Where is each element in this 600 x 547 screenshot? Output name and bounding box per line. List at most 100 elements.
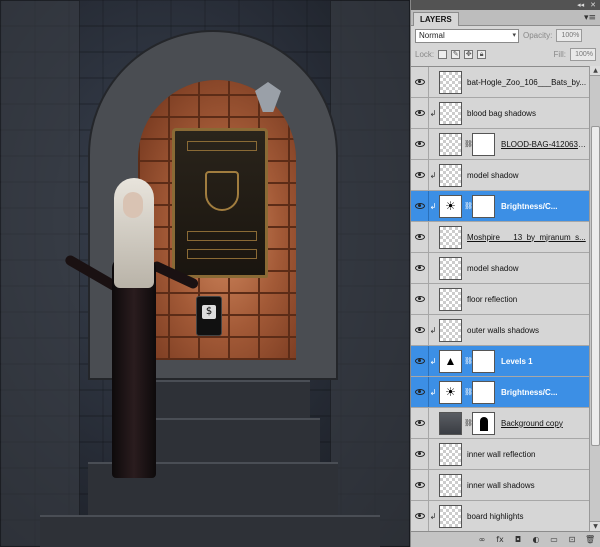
- lock-row: Lock: ✎ ✥ 🔒︎ Fill: 100%: [411, 45, 600, 64]
- link-layers-icon[interactable]: ∞: [477, 534, 487, 546]
- layer-thumbnail[interactable]: [439, 225, 462, 249]
- link-chain-icon[interactable]: ⛓: [464, 388, 473, 396]
- visibility-eye-icon[interactable]: [411, 222, 429, 252]
- trash-icon[interactable]: 🗑: [585, 534, 595, 546]
- tab-layers[interactable]: LAYERS: [413, 12, 459, 26]
- fx-icon[interactable]: fx: [495, 534, 505, 546]
- layer-row[interactable]: ⛓ Background copy: [411, 408, 589, 439]
- layer-row[interactable]: ↲ outer walls shadows: [411, 315, 589, 346]
- layer-name[interactable]: Background copy: [498, 419, 589, 428]
- layer-row[interactable]: inner wall shadows: [411, 470, 589, 501]
- collapse-icon[interactable]: ◂◂: [577, 0, 584, 10]
- layer-name[interactable]: outer walls shadows: [464, 326, 589, 335]
- visibility-eye-icon[interactable]: [411, 129, 429, 159]
- visibility-eye-icon[interactable]: [411, 315, 429, 345]
- layer-row[interactable]: Moshpire___13_by_mjranum_s...: [411, 222, 589, 253]
- layer-thumbnail[interactable]: [439, 70, 462, 94]
- bag-label: $: [202, 305, 216, 319]
- layer-thumbnail[interactable]: [439, 411, 462, 435]
- layer-name[interactable]: Brightness/C...: [498, 202, 589, 211]
- layer-name[interactable]: board highlights: [464, 512, 589, 521]
- layer-name[interactable]: blood bag shadows: [464, 109, 589, 118]
- lock-transparent-icon[interactable]: [438, 50, 448, 59]
- lock-position-icon[interactable]: ✥: [464, 50, 474, 59]
- layer-thumbnail[interactable]: [439, 504, 462, 528]
- link-chain-icon[interactable]: ⛓: [464, 419, 473, 427]
- layer-row[interactable]: ⛓ BLOOD-BAG-4120638....: [411, 129, 589, 160]
- layer-name[interactable]: BLOOD-BAG-4120638....: [498, 140, 589, 149]
- blend-mode-select[interactable]: Normal ▾: [415, 28, 519, 43]
- layer-row[interactable]: ↲ board highlights: [411, 501, 589, 531]
- left-wall: [0, 0, 80, 547]
- layer-name[interactable]: inner wall shadows: [464, 481, 589, 490]
- scroll-down-icon[interactable]: ▼: [590, 521, 600, 531]
- link-chain-icon[interactable]: ⛓: [464, 357, 473, 365]
- layer-thumbnail[interactable]: [439, 473, 462, 497]
- layer-row[interactable]: ↲ model shadow: [411, 160, 589, 191]
- layer-thumbnail[interactable]: [439, 442, 462, 466]
- fill-input[interactable]: 100%: [570, 48, 596, 61]
- layer-mask-thumbnail[interactable]: [472, 349, 495, 373]
- layer-row[interactable]: inner wall reflection: [411, 439, 589, 470]
- new-layer-icon[interactable]: ⊡: [567, 534, 577, 546]
- model-figure: [63, 178, 200, 488]
- layer-mask-thumbnail[interactable]: [472, 132, 495, 156]
- close-icon[interactable]: ✕: [590, 0, 596, 10]
- layer-name[interactable]: model shadow: [464, 171, 589, 180]
- scrollbar-thumb[interactable]: [591, 126, 600, 446]
- visibility-eye-icon[interactable]: [411, 470, 429, 500]
- levels-icon[interactable]: ▲: [439, 349, 462, 373]
- layer-thumbnail[interactable]: [439, 318, 462, 342]
- layer-thumbnail[interactable]: [439, 101, 462, 125]
- layer-mask-thumbnail[interactable]: [472, 194, 495, 218]
- layer-thumbnail[interactable]: [439, 287, 462, 311]
- lock-all-icon[interactable]: 🔒︎: [477, 50, 487, 59]
- visibility-eye-icon[interactable]: [411, 501, 429, 531]
- layer-name[interactable]: inner wall reflection: [464, 450, 589, 459]
- panel-menu-icon[interactable]: ▾≡: [584, 13, 596, 23]
- clipping-mask-icon: ↲: [429, 511, 437, 521]
- visibility-eye-icon[interactable]: [411, 377, 429, 407]
- adjustment-layer-icon[interactable]: ◐: [531, 534, 541, 546]
- brightness-contrast-icon[interactable]: ☀: [439, 194, 462, 218]
- visibility-eye-icon[interactable]: [411, 439, 429, 469]
- layer-thumbnail[interactable]: [439, 256, 462, 280]
- visibility-eye-icon[interactable]: [411, 408, 429, 438]
- visibility-eye-icon[interactable]: [411, 191, 429, 221]
- layer-row[interactable]: model shadow: [411, 253, 589, 284]
- layer-mask-thumbnail[interactable]: [472, 380, 495, 404]
- layer-row[interactable]: ↲ ▲ ⛓ Levels 1: [411, 346, 589, 377]
- brightness-contrast-icon[interactable]: ☀: [439, 380, 462, 404]
- layer-thumbnail[interactable]: [439, 163, 462, 187]
- layer-row[interactable]: ↲ ☀ ⛓ Brightness/C...: [411, 191, 589, 222]
- group-folder-icon[interactable]: ▭: [549, 534, 559, 546]
- link-chain-icon[interactable]: ⛓: [464, 140, 473, 148]
- visibility-eye-icon[interactable]: [411, 253, 429, 283]
- layer-name[interactable]: model shadow: [464, 264, 589, 273]
- layer-name[interactable]: bat-Hogle_Zoo_106___Bats_by...: [464, 78, 589, 87]
- panel-title-bar: ◂◂ ✕: [411, 0, 600, 10]
- layer-mask-thumbnail[interactable]: [472, 411, 495, 435]
- layer-row[interactable]: floor reflection: [411, 284, 589, 315]
- layer-row[interactable]: ↲ ☀ ⛓ Brightness/C...: [411, 377, 589, 408]
- layer-list-scrollbar[interactable]: ▲ ▼: [589, 66, 600, 531]
- chevron-down-icon: ▾: [512, 31, 516, 39]
- link-chain-icon[interactable]: ⛓: [464, 202, 473, 210]
- layer-name[interactable]: Levels 1: [498, 357, 589, 366]
- visibility-eye-icon[interactable]: [411, 160, 429, 190]
- scroll-up-icon[interactable]: ▲: [590, 66, 600, 76]
- opacity-input[interactable]: 100%: [556, 29, 583, 42]
- lock-pixels-icon[interactable]: ✎: [451, 50, 461, 59]
- visibility-eye-icon[interactable]: [411, 284, 429, 314]
- visibility-eye-icon[interactable]: [411, 67, 429, 97]
- visibility-eye-icon[interactable]: [411, 98, 429, 128]
- layer-name[interactable]: Moshpire___13_by_mjranum_s...: [464, 233, 589, 242]
- layer-name[interactable]: floor reflection: [464, 295, 589, 304]
- layer-row[interactable]: bat-Hogle_Zoo_106___Bats_by...: [411, 67, 589, 98]
- layer-thumbnail[interactable]: [439, 132, 462, 156]
- add-mask-icon[interactable]: ◘: [513, 534, 523, 546]
- visibility-eye-icon[interactable]: [411, 346, 429, 376]
- document-canvas[interactable]: $: [0, 0, 410, 547]
- layer-name[interactable]: Brightness/C...: [498, 388, 589, 397]
- layer-row[interactable]: ↲ blood bag shadows: [411, 98, 589, 129]
